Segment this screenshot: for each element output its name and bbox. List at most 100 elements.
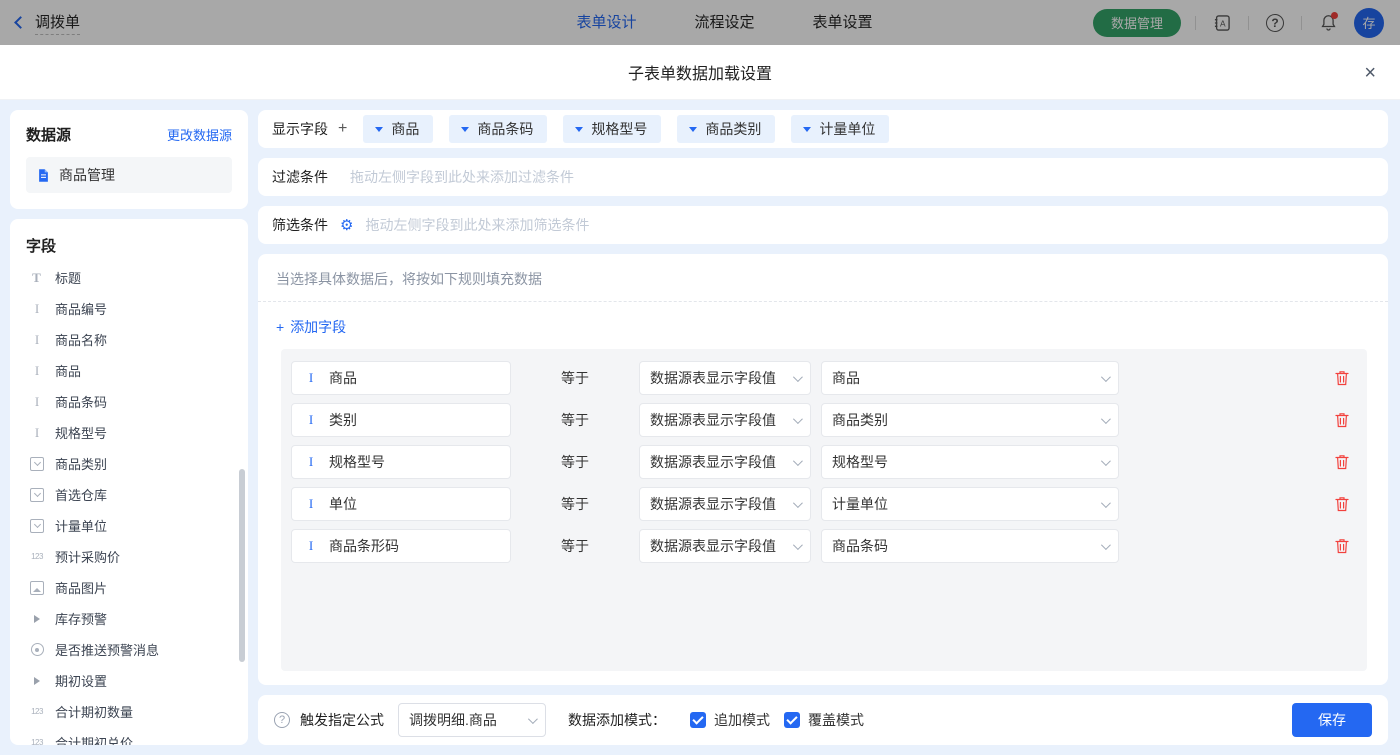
select-field-icon	[28, 518, 46, 534]
topbar-tab-2[interactable]: 流程设定	[694, 0, 754, 45]
checkbox-checked-icon[interactable]	[690, 712, 706, 728]
chevron-down-icon	[1100, 455, 1111, 466]
add-display-field-icon[interactable]: +	[338, 120, 347, 138]
change-datasource-link[interactable]: 更改数据源	[167, 125, 232, 144]
field-item[interactable]: 期初设置	[26, 665, 248, 696]
field-item[interactable]: 库存预警	[26, 603, 248, 634]
field-item[interactable]: I 商品名称	[26, 324, 248, 355]
trigger-formula-select[interactable]: 调拨明细.商品	[398, 703, 546, 737]
field-item-label: 预计采购价	[55, 550, 121, 565]
field-item[interactable]: I 商品	[26, 355, 248, 386]
field-item[interactable]: 计量单位	[26, 510, 248, 541]
modal-header: 子表单数据加载设置 ×	[0, 45, 1400, 100]
rule-row: I 商品 等于 数据源表显示字段值 商品	[291, 361, 1349, 395]
text-field-icon: I	[308, 496, 314, 511]
field-item[interactable]: 商品类别	[26, 448, 248, 479]
display-field-tag[interactable]: 商品	[363, 115, 434, 143]
delete-rule-trash-icon[interactable]	[1335, 412, 1349, 428]
checkbox-checked-icon[interactable]	[784, 712, 800, 728]
rule-source-select[interactable]: 数据源表显示字段值	[639, 403, 811, 437]
text-field-icon: I	[34, 393, 40, 409]
mode-option-1[interactable]: 追加模式	[690, 710, 770, 730]
field-item[interactable]: I 规格型号	[26, 417, 248, 448]
field-item-label: 规格型号	[55, 426, 108, 441]
rule-source-select[interactable]: 数据源表显示字段值	[639, 529, 811, 563]
rule-target-field[interactable]: I 规格型号	[291, 445, 511, 479]
title-field-icon: T	[32, 269, 42, 285]
form-name[interactable]: 调拨单	[35, 11, 81, 35]
footer-bar: ? 触发指定公式 调拨明细.商品 数据添加模式： 追加模式 覆盖模式 保存	[258, 695, 1388, 745]
help-icon[interactable]: ?	[1263, 11, 1287, 35]
filter-condition-card[interactable]: 过滤条件 拖动左侧字段到此处来添加过滤条件	[258, 158, 1388, 196]
topbar-tab-1[interactable]: 表单设计	[576, 0, 636, 45]
select-field-icon	[28, 487, 46, 503]
field-item[interactable]: 123 合计期初数量	[26, 696, 248, 727]
delete-rule-trash-icon[interactable]	[1335, 538, 1349, 554]
divider	[1248, 15, 1249, 30]
group-field-icon	[28, 611, 46, 627]
datasource-item[interactable]: 商品管理	[26, 157, 232, 193]
notification-bell-icon[interactable]	[1316, 11, 1340, 35]
avatar[interactable]: 存	[1354, 7, 1384, 38]
rule-source-value: 数据源表显示字段值	[650, 454, 776, 470]
svg-text:A: A	[1220, 18, 1226, 28]
display-fields-label: 显示字段	[272, 121, 328, 137]
close-icon[interactable]: ×	[1364, 63, 1376, 83]
contacts-icon[interactable]: A	[1210, 11, 1234, 35]
mode-option-2[interactable]: 覆盖模式	[784, 710, 864, 730]
field-item-label: 合计期初总价	[55, 736, 134, 745]
divider	[1301, 15, 1302, 30]
fields-scrollbar[interactable]	[239, 469, 245, 662]
rule-target-field[interactable]: I 单位	[291, 487, 511, 521]
rule-value: 商品类别	[832, 412, 888, 428]
rule-value-select[interactable]: 商品类别	[821, 403, 1119, 437]
data-manage-button[interactable]: 数据管理	[1092, 8, 1181, 37]
topbar-right: 数据管理 A ? 存	[1092, 7, 1384, 38]
gear-icon[interactable]: ⚙	[340, 218, 353, 233]
rule-row: I 单位 等于 数据源表显示字段值 计量单位	[291, 487, 1349, 521]
screen-condition-card[interactable]: 筛选条件 ⚙ 拖动左侧字段到此处来添加筛选条件	[258, 206, 1388, 244]
chevron-down-icon	[792, 497, 803, 508]
topbar-tab-3[interactable]: 表单设置	[813, 0, 873, 45]
field-item-label: 标题	[55, 271, 82, 286]
field-item[interactable]: 123 合计期初总价	[26, 727, 248, 745]
rule-value-select[interactable]: 商品	[821, 361, 1119, 395]
display-field-tag-label: 商品	[391, 121, 420, 137]
delete-rule-trash-icon[interactable]	[1335, 454, 1349, 470]
display-field-tag[interactable]: 商品类别	[677, 115, 776, 143]
field-item[interactable]: 123 预计采购价	[26, 541, 248, 572]
rule-value-select[interactable]: 商品条码	[821, 529, 1119, 563]
rule-row: I 商品条形码 等于 数据源表显示字段值 商品条码	[291, 529, 1349, 563]
rule-source-value: 数据源表显示字段值	[650, 496, 776, 512]
display-field-tag[interactable]: 计量单位	[791, 115, 890, 143]
rule-source-select[interactable]: 数据源表显示字段值	[639, 445, 811, 479]
back-icon[interactable]	[14, 16, 27, 29]
field-item[interactable]: 是否推送预警消息	[26, 634, 248, 665]
rule-source-select[interactable]: 数据源表显示字段值	[639, 487, 811, 521]
field-item-label: 商品条码	[55, 395, 108, 410]
rule-target-field[interactable]: I 类别	[291, 403, 511, 437]
rule-value-select[interactable]: 计量单位	[821, 487, 1119, 521]
add-field-button[interactable]: + 添加字段	[258, 302, 364, 349]
text-field-icon: I	[34, 331, 40, 347]
display-field-tag[interactable]: 规格型号	[563, 115, 662, 143]
rule-source-select[interactable]: 数据源表显示字段值	[639, 361, 811, 395]
rule-operator: 等于	[561, 412, 589, 428]
display-field-tag[interactable]: 商品条码	[449, 115, 548, 143]
dropdown-triangle-icon	[375, 126, 384, 132]
delete-rule-trash-icon[interactable]	[1335, 496, 1349, 512]
field-item[interactable]: I 商品编号	[26, 293, 248, 324]
field-item[interactable]: I 商品条码	[26, 386, 248, 417]
save-button[interactable]: 保存	[1292, 703, 1372, 737]
rule-row: I 规格型号 等于 数据源表显示字段值 规格型号	[291, 445, 1349, 479]
display-fields-card: 显示字段 + 商品 商品条码 规格型号 商品类别 计量单位	[258, 110, 1388, 148]
rule-value-select[interactable]: 规格型号	[821, 445, 1119, 479]
trigger-help-icon[interactable]: ?	[274, 712, 290, 728]
field-item[interactable]: 商品图片	[26, 572, 248, 603]
rule-target-field[interactable]: I 商品条形码	[291, 529, 511, 563]
field-item[interactable]: T 标题	[26, 262, 248, 293]
field-item[interactable]: 首选仓库	[26, 479, 248, 510]
display-field-tag-label: 商品类别	[705, 121, 762, 137]
rule-target-field[interactable]: I 商品	[291, 361, 511, 395]
delete-rule-trash-icon[interactable]	[1335, 370, 1349, 386]
